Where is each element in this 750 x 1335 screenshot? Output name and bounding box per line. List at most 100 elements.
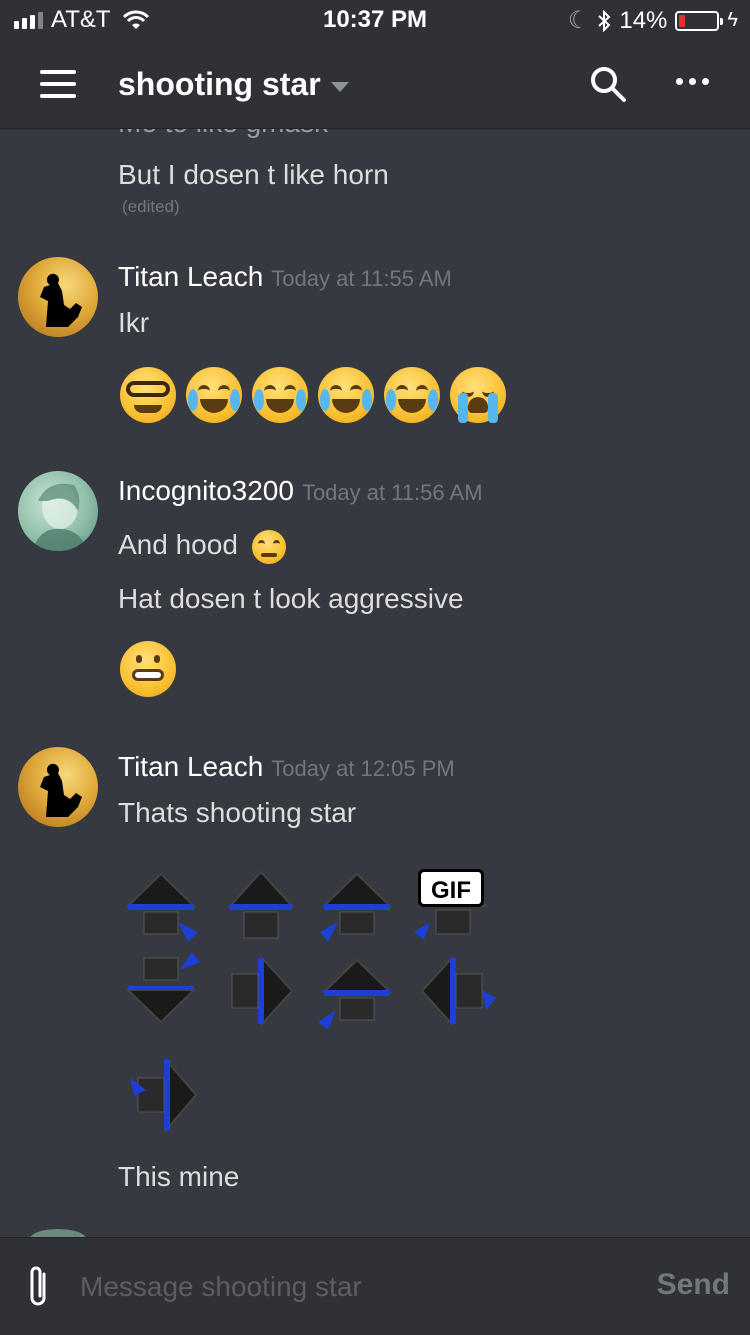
username: Incognito3200 [118,475,294,506]
paperclip-icon[interactable] [24,1264,54,1310]
message-timestamp: Today at 11:55 AM [271,266,452,291]
menu-icon-bar [40,82,76,86]
menu-icon-bar [40,94,76,98]
channel-header: shooting star [0,40,750,129]
tears-of-joy-icon[interactable] [318,367,374,423]
mouth-shape [266,399,294,413]
mouth-shape [260,552,277,557]
message-timestamp: Today at 12:05 PM [271,756,455,781]
gif-badge: GIF [418,869,484,907]
sprite-image [125,872,198,942]
tear-shape [254,389,264,411]
eye-shape [154,655,160,663]
mouth-shape [200,399,228,413]
eye-shape [416,385,428,397]
gif-attachment[interactable]: GIF [118,866,508,1146]
eye-shape [136,655,142,663]
dot-icon [676,78,683,85]
silhouette-icon [40,273,82,327]
message-text: And hood [118,529,286,564]
message-text-clipped: Me to like gmask [118,129,328,139]
message-text: But I dosen t like horn [118,159,389,190]
avatar[interactable] [30,1229,86,1237]
tear-shape [188,389,198,411]
eye-shape [198,385,210,397]
tear-shape [362,389,372,411]
silhouette-icon [40,763,82,817]
portrait-icon [32,483,88,551]
loudly-crying-icon[interactable] [450,367,506,423]
message-text-content: And hood [118,529,238,560]
eye-shape [218,385,230,397]
tears-of-joy-icon[interactable] [252,367,308,423]
channel-name: shooting star [118,66,321,102]
message-author[interactable]: Incognito3200 Today at 11:56 AM [118,475,483,507]
send-button[interactable]: Send [657,1268,730,1302]
tear-shape [458,393,468,423]
mouth-shape [134,405,162,413]
menu-icon-bar [40,70,76,74]
username: Titan Leach [118,751,264,782]
username: Titan Leach [118,261,264,292]
avatar[interactable] [18,257,98,337]
menu-button[interactable] [40,70,78,98]
moon-icon: ☾ [567,7,590,34]
glasses-shape [126,381,170,397]
sprite-image [231,955,294,1027]
message-text: Ikr [118,307,150,338]
eye-shape [350,385,362,397]
tear-shape [488,393,498,423]
mouth-shape [332,399,360,413]
tear-shape [428,389,438,411]
more-options-button[interactable] [676,78,709,85]
message-input[interactable] [78,1266,622,1308]
emoji-row [120,641,176,697]
mouth-shape [468,397,488,413]
eye-shape [330,385,342,397]
dot-icon [702,78,709,85]
avatar[interactable] [18,747,98,827]
message-author[interactable]: Titan Leach Today at 12:05 PM [118,751,455,783]
battery-percent: 14% [619,6,668,34]
tear-shape [296,389,306,411]
tear-shape [386,389,396,411]
eye-shape [272,539,280,548]
avatar[interactable] [18,471,98,551]
grimacing-face-icon[interactable] [120,641,176,697]
status-right: ☾ 14% ϟ [568,6,738,35]
message-author[interactable]: Titan Leach Today at 11:55 AM [118,261,452,293]
nerd-face-icon[interactable] [120,367,176,423]
tear-shape [320,389,330,411]
eye-shape [257,539,265,548]
eye-shape [396,385,408,397]
edited-label: (edited) [122,197,180,216]
dot-icon [689,78,696,85]
message-composer: Send [0,1237,750,1335]
sprite-image [130,1057,198,1133]
tear-shape [230,389,240,411]
message-timestamp: Today at 11:56 AM [301,480,483,505]
battery-icon [675,10,724,31]
teeth-shape [132,669,164,681]
sprite-image [125,952,200,1024]
sprite-image [420,955,496,1027]
chevron-down-icon [330,81,349,92]
eye-shape [284,385,296,397]
message-text: This mine [118,1161,240,1192]
message-text: Thats shooting star [118,797,357,828]
sprite-image [320,872,393,942]
mouth-shape [398,399,426,413]
emoji-row [120,367,506,423]
charging-icon: ϟ [727,9,738,31]
sprite-image [227,870,295,939]
eye-shape [264,385,276,397]
search-icon[interactable] [588,64,628,104]
tears-of-joy-icon[interactable] [186,367,242,423]
channel-title[interactable]: shooting star [118,66,349,103]
confounded-face-icon[interactable] [251,529,286,564]
bluetooth-icon [598,9,611,32]
message-text: Hat dosen t look aggressive [118,583,464,614]
message-list[interactable]: Me to like gmask But I dosen t like horn… [0,129,750,1237]
sprite-image [318,958,393,1030]
tears-of-joy-icon[interactable] [384,367,440,423]
